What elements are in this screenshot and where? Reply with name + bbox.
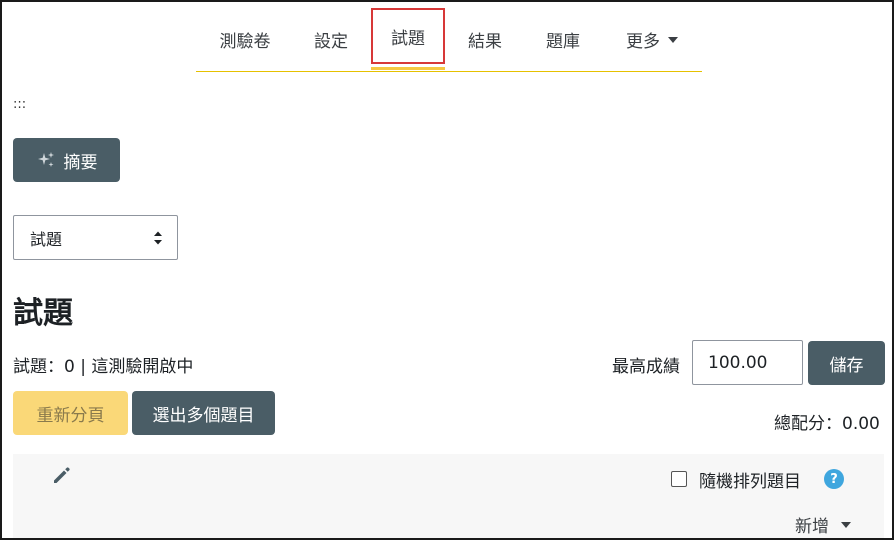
chevron-down-icon (841, 521, 851, 528)
tab-label: 測驗卷 (219, 32, 271, 52)
sparkle-icon (37, 152, 54, 167)
tab-settings[interactable]: 設定 (300, 8, 362, 71)
pencil-icon[interactable] (51, 464, 73, 486)
tab-label: 題庫 (546, 32, 580, 52)
tab-quiz[interactable]: 測驗卷 (204, 8, 286, 71)
add-menu-label: 新增 (795, 517, 829, 537)
total-marks: 總配分：0.00 (774, 414, 880, 434)
page-title: 試題 (13, 296, 73, 331)
section-select-value: 試題 (30, 229, 63, 249)
summary-button[interactable]: 摘要 (13, 138, 120, 182)
add-menu[interactable]: 新增 (795, 512, 851, 537)
shuffle-questions-label: 隨機排列題目 (699, 472, 801, 492)
tab-question-bank[interactable]: 題庫 (532, 8, 594, 71)
tab-more[interactable]: 更多 (612, 8, 692, 71)
help-icon[interactable]: ? (824, 469, 844, 489)
drag-handle[interactable]: ::: (13, 97, 26, 112)
select-multiple-button[interactable]: 選出多個題目 (132, 391, 275, 435)
tab-label: 結果 (468, 32, 502, 52)
tab-label: 試題 (391, 28, 425, 49)
save-button[interactable]: 儲存 (808, 341, 885, 385)
summary-button-label: 摘要 (63, 152, 98, 173)
tab-label: 設定 (314, 32, 348, 52)
repaginate-button[interactable]: 重新分頁 (13, 391, 128, 435)
shuffle-questions-checkbox[interactable] (671, 471, 687, 487)
tab-label: 更多 (626, 32, 660, 52)
max-grade-input[interactable] (692, 340, 803, 385)
secondary-navigation: 測驗卷 設定 試題 結果 題庫 更多 (196, 8, 702, 72)
section-select[interactable]: 試題 (13, 215, 178, 260)
page-frame: 測驗卷 設定 試題 結果 題庫 更多 ::: 摘要 試題 試題 試題：0 | 這… (0, 0, 894, 540)
tab-results[interactable]: 結果 (454, 8, 516, 71)
tab-questions[interactable]: 試題 (371, 8, 445, 70)
max-grade-label: 最高成績 (612, 357, 680, 377)
chevron-down-icon (668, 36, 678, 43)
select-arrows-icon (154, 231, 162, 245)
quiz-status-text: 試題：0 | 這測驗開啟中 (13, 357, 194, 377)
